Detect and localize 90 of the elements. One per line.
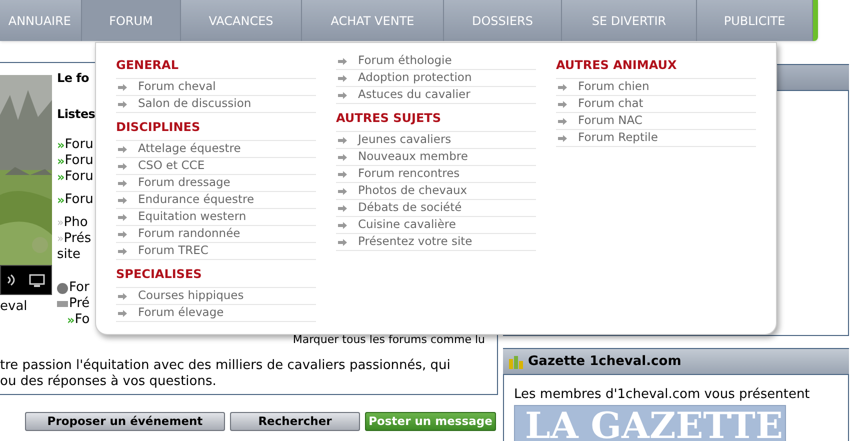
arrow-icon xyxy=(558,100,567,108)
menu-item[interactable]: Forum Reptile xyxy=(556,130,756,147)
forum-icon xyxy=(57,282,68,294)
arrow-icon xyxy=(118,230,127,238)
menu-item[interactable]: Salon de discussion xyxy=(116,96,316,113)
nav-tab[interactable]: FORUM xyxy=(82,0,181,41)
new-icon xyxy=(57,301,68,307)
forum-link[interactable]: Foru xyxy=(64,192,94,208)
action-button[interactable]: Proposer un événement xyxy=(25,412,225,431)
link-marker: » xyxy=(57,231,64,247)
arrow-icon xyxy=(118,248,127,254)
menu-item[interactable]: Adoption protection xyxy=(336,70,536,87)
video-caption: eval xyxy=(0,298,28,316)
menu-item[interactable]: Forum chien xyxy=(556,79,756,96)
forum-link[interactable]: Fo xyxy=(74,312,90,328)
menu-item[interactable]: Forum dressage xyxy=(116,175,316,192)
forum-link[interactable]: Pré xyxy=(69,296,90,312)
menu-item[interactable]: Forum rencontres xyxy=(336,166,536,183)
link-marker: » xyxy=(57,153,65,169)
forum-link[interactable]: Foru xyxy=(64,137,94,153)
speaker-icon[interactable] xyxy=(7,273,17,287)
arrow-icon xyxy=(338,74,347,82)
link-marker: » xyxy=(67,312,75,328)
menu-item[interactable]: Forum élevage xyxy=(116,305,316,322)
menu-item[interactable]: Equitation western xyxy=(116,209,316,226)
arrow-icon xyxy=(118,146,127,152)
menu-item[interactable]: Forum éthologie xyxy=(336,53,536,70)
arrow-icon xyxy=(338,170,347,178)
mark-read-link[interactable]: Marquer tous les forums comme lu xyxy=(292,334,485,346)
menu-item[interactable]: Forum randonnée xyxy=(116,226,316,243)
arrow-icon xyxy=(118,180,127,186)
arrow-icon xyxy=(118,310,127,316)
arrow-icon xyxy=(118,214,127,220)
menu-item[interactable]: Cuisine cavalière xyxy=(336,217,536,234)
menu-item[interactable]: Jeunes cavaliers xyxy=(336,132,536,149)
forum-link[interactable]: Foru xyxy=(64,169,94,185)
action-button[interactable]: Poster un message xyxy=(365,412,496,431)
arrow-icon xyxy=(338,238,347,246)
menu-item[interactable]: Courses hippiques xyxy=(116,288,316,305)
arrow-icon xyxy=(118,100,127,108)
menu-item[interactable]: Forum cheval xyxy=(116,79,316,96)
gazette-text: Les membres d'1cheval.com vous présentent xyxy=(514,387,811,403)
forum-title: Le fo xyxy=(57,70,89,87)
arrow-icon xyxy=(558,84,567,90)
description-text: ou des réponses à vos questions. xyxy=(0,374,218,390)
menu-heading: GENERAL xyxy=(116,57,316,79)
forum-link[interactable]: For xyxy=(69,280,90,296)
description-text: tre passion l'équitation avec des milliers de cavaliers passionnés, qui xyxy=(0,358,452,374)
menu-item[interactable]: CSO et CCE xyxy=(116,158,316,175)
arrow-icon xyxy=(338,58,347,64)
banner-title: LA GAZETTE xyxy=(525,406,783,441)
menu-item[interactable]: Débats de société xyxy=(336,200,536,217)
arrow-icon xyxy=(338,136,347,144)
forum-link[interactable]: Foru xyxy=(64,153,94,169)
bar-chart-icon xyxy=(508,354,524,368)
forum-link[interactable]: Prés xyxy=(64,231,92,247)
menu-item[interactable]: Attelage équestre xyxy=(116,141,316,158)
arrow-icon xyxy=(338,92,347,98)
menu-item[interactable]: Endurance équestre xyxy=(116,192,316,209)
menu-item[interactable]: Présentez votre site xyxy=(336,234,536,251)
menu-item[interactable]: Forum TREC xyxy=(116,243,316,260)
arrow-icon xyxy=(558,118,567,124)
arrow-icon xyxy=(118,196,127,204)
menu-heading: AUTRES SUJETS xyxy=(336,110,536,132)
forum-link[interactable]: Pho xyxy=(64,215,88,231)
link-marker: » xyxy=(57,192,65,208)
link-marker: » xyxy=(57,169,65,185)
menu-item[interactable]: Forum NAC xyxy=(556,113,756,130)
arrow-icon xyxy=(118,292,127,300)
arrow-icon xyxy=(338,222,347,228)
arrow-icon xyxy=(118,84,127,90)
arrow-icon xyxy=(338,154,347,160)
link-marker: » xyxy=(57,137,65,153)
action-button[interactable]: Rechercher xyxy=(230,412,360,431)
menu-item[interactable]: Forum chat xyxy=(556,96,756,113)
fullscreen-icon[interactable] xyxy=(29,274,45,286)
forum-link[interactable]: site xyxy=(57,247,80,263)
menu-heading: AUTRES ANIMAUX xyxy=(556,57,756,79)
menu-heading: DISCIPLINES xyxy=(116,119,316,141)
panel-title: Gazette 1cheval.com xyxy=(528,352,682,371)
list-heading: Listes xyxy=(57,106,96,123)
menu-item[interactable]: Astuces du cavalier xyxy=(336,87,536,104)
arrow-icon xyxy=(118,162,127,170)
link-marker: » xyxy=(57,215,64,231)
menu-item[interactable]: Nouveaux membre xyxy=(336,149,536,166)
arrow-icon xyxy=(558,134,567,142)
menu-item[interactable]: Photos de chevaux xyxy=(336,183,536,200)
menu-heading: SPECIALISES xyxy=(116,266,316,288)
arrow-icon xyxy=(338,204,347,212)
arrow-icon xyxy=(338,188,347,194)
